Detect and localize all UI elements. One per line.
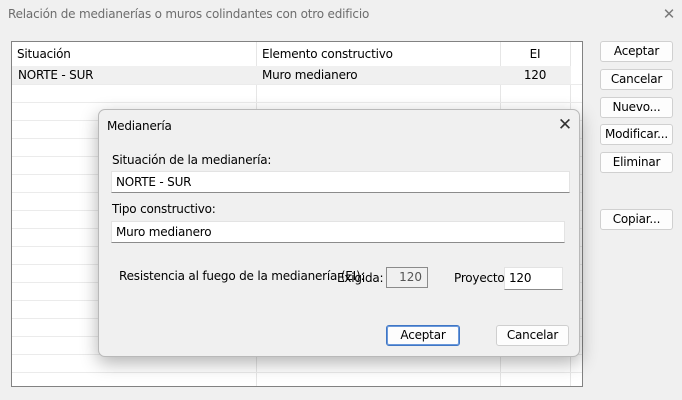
proyecto-label: Proyecto:	[454, 271, 509, 285]
dialog-title: Medianería	[107, 119, 172, 133]
eliminar-button[interactable]: Eliminar	[600, 152, 673, 173]
exigida-field: 120	[386, 267, 428, 288]
row-separator	[12, 372, 582, 373]
window-title: Relación de medianerías o muros colindan…	[8, 7, 370, 21]
cell-ei: 120	[523, 68, 547, 82]
header-ei[interactable]: EI	[502, 42, 568, 66]
modificar-button[interactable]: Modificar...	[600, 124, 673, 145]
situacion-input[interactable]: NORTE - SUR	[111, 171, 570, 193]
row-separator	[12, 102, 582, 103]
header-elemento[interactable]: Elemento constructivo	[262, 42, 496, 66]
medianeria-dialog: Medianería ✕ Situación de la medianería:…	[98, 109, 580, 357]
cell-situacion: NORTE - SUR	[18, 68, 94, 82]
exigida-label: Exigida:	[337, 271, 384, 285]
tipo-input[interactable]: Muro medianero	[111, 221, 565, 243]
dialog-aceptar-button[interactable]: Aceptar	[386, 325, 460, 346]
nuevo-button[interactable]: Nuevo...	[600, 97, 673, 118]
header-situacion[interactable]: Situación	[17, 42, 253, 66]
cancelar-button[interactable]: Cancelar	[600, 69, 673, 90]
dialog-cancelar-button[interactable]: Cancelar	[496, 325, 569, 346]
proyecto-input[interactable]: 120	[504, 267, 563, 290]
tipo-label: Tipo constructivo:	[112, 202, 216, 216]
close-icon[interactable]: ✕	[660, 5, 678, 23]
row-separator	[12, 84, 582, 85]
close-icon[interactable]: ✕	[555, 115, 575, 135]
situacion-label: Situación de la medianería:	[112, 153, 272, 167]
resistencia-label: Resistencia al fuego de la medianería (E…	[119, 269, 365, 283]
aceptar-button[interactable]: Aceptar	[600, 41, 673, 62]
cell-elemento: Muro medianero	[262, 68, 358, 82]
copiar-button[interactable]: Copiar...	[600, 209, 673, 230]
